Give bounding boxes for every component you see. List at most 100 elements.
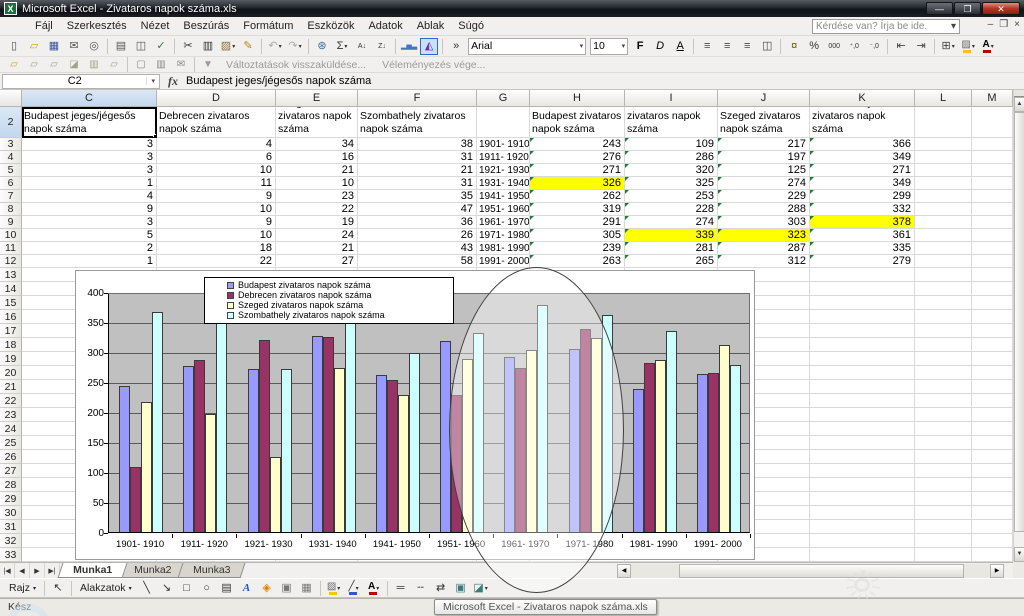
cell-G2[interactable] bbox=[477, 107, 530, 138]
select-objects-icon[interactable]: ↖ bbox=[49, 580, 67, 597]
chart-bar[interactable] bbox=[216, 323, 227, 532]
chart-bar[interactable] bbox=[376, 375, 387, 532]
chevron-down-icon[interactable]: ▾ bbox=[146, 77, 159, 85]
cell-D10[interactable]: 10 bbox=[157, 229, 276, 242]
cell-K23[interactable] bbox=[810, 408, 915, 422]
cell-K12[interactable]: 279 bbox=[810, 255, 915, 268]
row-header-19[interactable]: 19 bbox=[0, 352, 22, 366]
currency-icon[interactable]: ¤ bbox=[785, 38, 803, 55]
cell-F6[interactable]: 31 bbox=[358, 177, 477, 190]
menu-eszkozok[interactable]: Eszközök bbox=[300, 18, 361, 34]
cell-H3[interactable]: 243 bbox=[530, 138, 625, 151]
cell-J9[interactable]: 303 bbox=[718, 216, 810, 229]
chart-bar[interactable] bbox=[473, 333, 484, 532]
row-header-6[interactable]: 6 bbox=[0, 177, 22, 190]
new-document-icon[interactable]: ▯ bbox=[5, 38, 23, 55]
chart-bar[interactable] bbox=[526, 350, 537, 532]
cell-M23[interactable] bbox=[972, 408, 1013, 422]
cell-M18[interactable] bbox=[972, 338, 1013, 352]
sheet-tab-munka1[interactable]: Munka1 bbox=[58, 563, 128, 578]
cell-G6[interactable]: 1931- 1940 bbox=[477, 177, 530, 190]
chart-bar[interactable] bbox=[719, 345, 730, 532]
horizontal-scroll-thumb[interactable] bbox=[679, 564, 964, 578]
cell-G4[interactable]: 1911- 1920 bbox=[477, 151, 530, 164]
insert-hyperlink-icon[interactable]: ⊛ bbox=[313, 38, 331, 55]
cell-I3[interactable]: 109 bbox=[625, 138, 718, 151]
paste-picture-icon[interactable]: ▥ bbox=[152, 56, 170, 73]
row-header-8[interactable]: 8 bbox=[0, 203, 22, 216]
autoshapes-menu-button[interactable]: Alakzatok▾ bbox=[75, 581, 137, 595]
italic-icon[interactable]: D bbox=[651, 38, 669, 55]
menu-szerkesztes[interactable]: Szerkesztés bbox=[60, 18, 134, 34]
shadow-style-icon[interactable]: ▣ bbox=[452, 580, 470, 597]
cell-M19[interactable] bbox=[972, 352, 1013, 366]
cell-I8[interactable]: 228 bbox=[625, 203, 718, 216]
save-icon[interactable]: ▦ bbox=[45, 38, 63, 55]
sheet-tab-munka3[interactable]: Munka3 bbox=[178, 563, 246, 578]
filter-arrow-icon[interactable]: ▼ bbox=[199, 56, 217, 73]
cell-L31[interactable] bbox=[915, 520, 972, 534]
vertical-scrollbar[interactable]: ▲ ▼ bbox=[1013, 90, 1024, 562]
cell-L32[interactable] bbox=[915, 534, 972, 548]
cell-K2[interactable]: Szombathely zivataros napok száma bbox=[810, 107, 915, 138]
doc-restore-button[interactable]: ❒ bbox=[999, 19, 1008, 30]
cell-L8[interactable] bbox=[915, 203, 972, 216]
cell-D9[interactable]: 9 bbox=[157, 216, 276, 229]
chart-bar[interactable] bbox=[602, 315, 613, 532]
column-header-G[interactable]: G bbox=[477, 90, 530, 107]
sort-descending-icon[interactable]: Z↓ bbox=[373, 38, 391, 55]
cell-L14[interactable] bbox=[915, 282, 972, 296]
cell-C12[interactable]: 1 bbox=[22, 255, 157, 268]
cell-L17[interactable] bbox=[915, 324, 972, 338]
cell-D12[interactable]: 22 bbox=[157, 255, 276, 268]
cell-F2[interactable]: Szombathely zivataros napok száma bbox=[358, 107, 477, 138]
column-header-I[interactable]: I bbox=[625, 90, 718, 107]
threed-style-icon[interactable]: ◪▾ bbox=[472, 580, 490, 597]
cell-M20[interactable] bbox=[972, 366, 1013, 380]
cell-E2[interactable]: Szeged zivataros napok száma bbox=[276, 107, 358, 138]
line-icon[interactable]: ╲ bbox=[138, 580, 156, 597]
mail-icon[interactable]: ✉ bbox=[65, 38, 83, 55]
row-header-3[interactable]: 3 bbox=[0, 138, 22, 151]
row-header-5[interactable]: 5 bbox=[0, 164, 22, 177]
scroll-up-icon[interactable]: ▲ bbox=[1014, 97, 1024, 112]
cell-G11[interactable]: 1981- 1990 bbox=[477, 242, 530, 255]
cell-G12[interactable]: 1991- 2000 bbox=[477, 255, 530, 268]
spelling-icon[interactable]: ✓ bbox=[152, 38, 170, 55]
next-sheet-icon[interactable]: ▶ bbox=[30, 563, 45, 578]
menu-nezet[interactable]: Nézet bbox=[134, 18, 177, 34]
cell-K11[interactable]: 335 bbox=[810, 242, 915, 255]
cell-K21[interactable] bbox=[810, 380, 915, 394]
chart-bar[interactable] bbox=[398, 395, 409, 532]
cell-L4[interactable] bbox=[915, 151, 972, 164]
cell-M16[interactable] bbox=[972, 310, 1013, 324]
cell-C6[interactable]: 1 bbox=[22, 177, 157, 190]
sheet-tab-munka2[interactable]: Munka2 bbox=[119, 563, 187, 578]
row-header-30[interactable]: 30 bbox=[0, 506, 22, 520]
cell-E12[interactable]: 27 bbox=[276, 255, 358, 268]
chart-bar[interactable] bbox=[248, 369, 259, 532]
cell-M14[interactable] bbox=[972, 282, 1013, 296]
chart-bar[interactable] bbox=[666, 331, 677, 532]
font-name-select[interactable]: Arial ▾ bbox=[468, 38, 586, 55]
column-header-D[interactable]: D bbox=[157, 90, 276, 107]
cell-M31[interactable] bbox=[972, 520, 1013, 534]
cell-F11[interactable]: 43 bbox=[358, 242, 477, 255]
cell-F10[interactable]: 26 bbox=[358, 229, 477, 242]
cell-K6[interactable]: 349 bbox=[810, 177, 915, 190]
cell-L11[interactable] bbox=[915, 242, 972, 255]
font-size-select[interactable]: 10 ▾ bbox=[590, 38, 628, 55]
menu-formatum[interactable]: Formátum bbox=[236, 18, 300, 34]
cell-H9[interactable]: 291 bbox=[530, 216, 625, 229]
chevron-down-icon[interactable]: ▾ bbox=[576, 42, 584, 50]
cell-E9[interactable]: 19 bbox=[276, 216, 358, 229]
row-header-28[interactable]: 28 bbox=[0, 478, 22, 492]
cell-D7[interactable]: 9 bbox=[157, 190, 276, 203]
align-center-icon[interactable]: ≡ bbox=[718, 38, 736, 55]
chart-bar[interactable] bbox=[259, 340, 270, 532]
format-painter-icon[interactable]: ✎ bbox=[239, 38, 257, 55]
cell-L12[interactable] bbox=[915, 255, 972, 268]
column-header-L[interactable]: L bbox=[915, 90, 972, 107]
cell-C2[interactable]: Budapest jeges/jégesős napok száma bbox=[22, 107, 157, 138]
cell-M12[interactable] bbox=[972, 255, 1013, 268]
